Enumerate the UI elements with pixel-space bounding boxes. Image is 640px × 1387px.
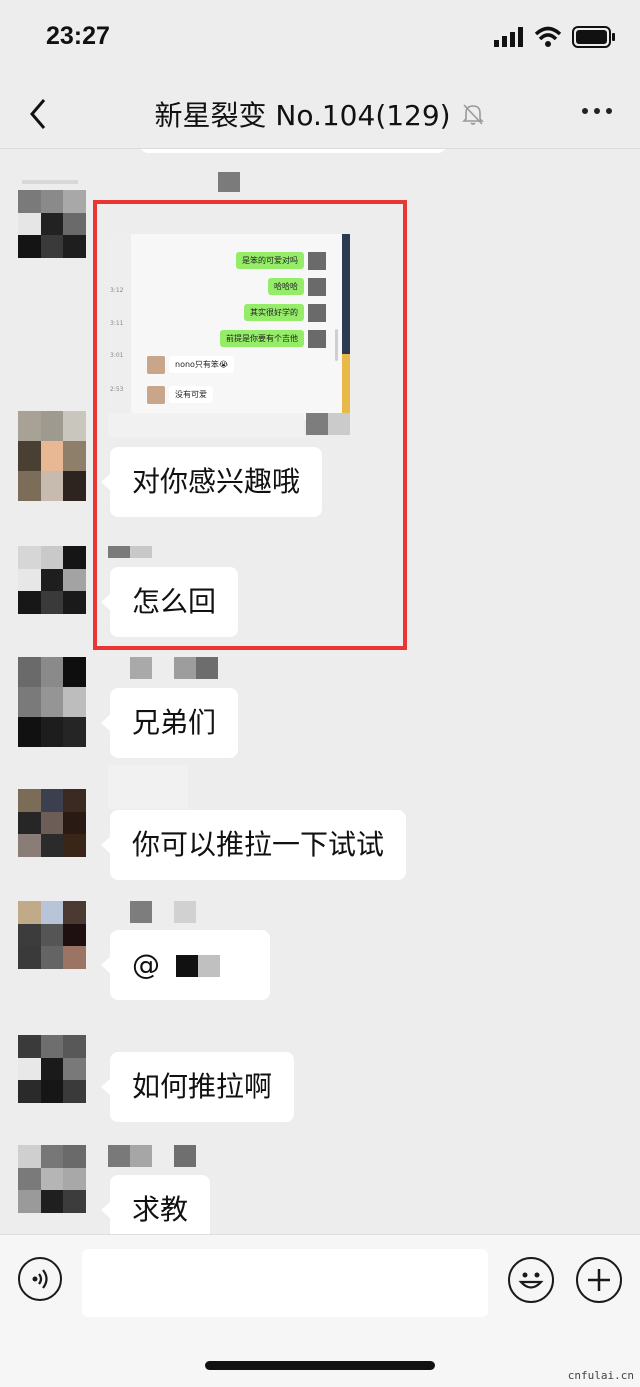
sender-name-blur xyxy=(108,765,188,809)
sender-name-blur xyxy=(130,1145,152,1167)
wifi-icon xyxy=(534,26,562,47)
message-bubble[interactable]: @ xyxy=(101,930,270,1000)
avatar[interactable] xyxy=(18,190,86,258)
avatar[interactable] xyxy=(18,1145,86,1213)
sender-name-blur xyxy=(218,172,240,192)
avatar[interactable] xyxy=(18,901,86,969)
sender-name-blur xyxy=(196,657,218,679)
battery-icon xyxy=(572,26,615,48)
message-bubble[interactable]: 求教 xyxy=(100,1175,211,1234)
mention-name-blur xyxy=(198,955,220,977)
signal-icon xyxy=(494,27,523,47)
avatar[interactable] xyxy=(18,411,86,501)
avatar[interactable] xyxy=(18,657,86,747)
message-list[interactable]: 3:12 3:11 3:01 2:53 是笨的可爱对吗 哈哈哈 其实很好学的 前… xyxy=(0,149,640,1234)
status-time: 23:27 xyxy=(46,22,110,50)
group-name: 新星裂变 No.104(129) xyxy=(154,99,451,132)
chat-title: 新星裂变 No.104(129) xyxy=(0,94,640,134)
sender-name-blur xyxy=(130,901,152,923)
message-bubble[interactable]: 兄弟们 xyxy=(100,688,239,758)
avatar[interactable] xyxy=(18,1035,86,1103)
status-icons xyxy=(494,26,616,48)
voice-input-icon[interactable] xyxy=(18,1257,62,1301)
highlight-box xyxy=(93,200,407,650)
emoji-icon[interactable] xyxy=(508,1257,554,1303)
mute-bell-icon xyxy=(461,104,484,125)
mention-name-blur xyxy=(176,955,198,977)
watermark: cnfulai.cn xyxy=(567,1369,634,1382)
home-indicator[interactable] xyxy=(205,1361,435,1370)
chat-header: 新星裂变 No.104(129) xyxy=(0,80,640,149)
sender-name-blur xyxy=(108,1145,130,1167)
sender-name-blur xyxy=(174,901,196,923)
avatar[interactable] xyxy=(18,789,86,857)
sender-name-blur xyxy=(22,180,78,184)
message-input[interactable] xyxy=(82,1249,488,1317)
sender-name-blur xyxy=(174,657,196,679)
message-bubble[interactable]: 你可以推拉一下试试 xyxy=(100,810,407,880)
sender-name-blur xyxy=(174,1145,196,1167)
previous-bubble-edge xyxy=(140,149,446,153)
status-bar: 23:27 xyxy=(0,0,640,80)
message-bubble[interactable]: 如何推拉啊 xyxy=(100,1052,295,1122)
more-options-icon[interactable] xyxy=(582,108,612,114)
mention-text: @ xyxy=(132,948,160,981)
avatar[interactable] xyxy=(18,546,86,614)
add-more-icon[interactable] xyxy=(576,1257,622,1303)
sender-name-blur xyxy=(130,657,152,679)
